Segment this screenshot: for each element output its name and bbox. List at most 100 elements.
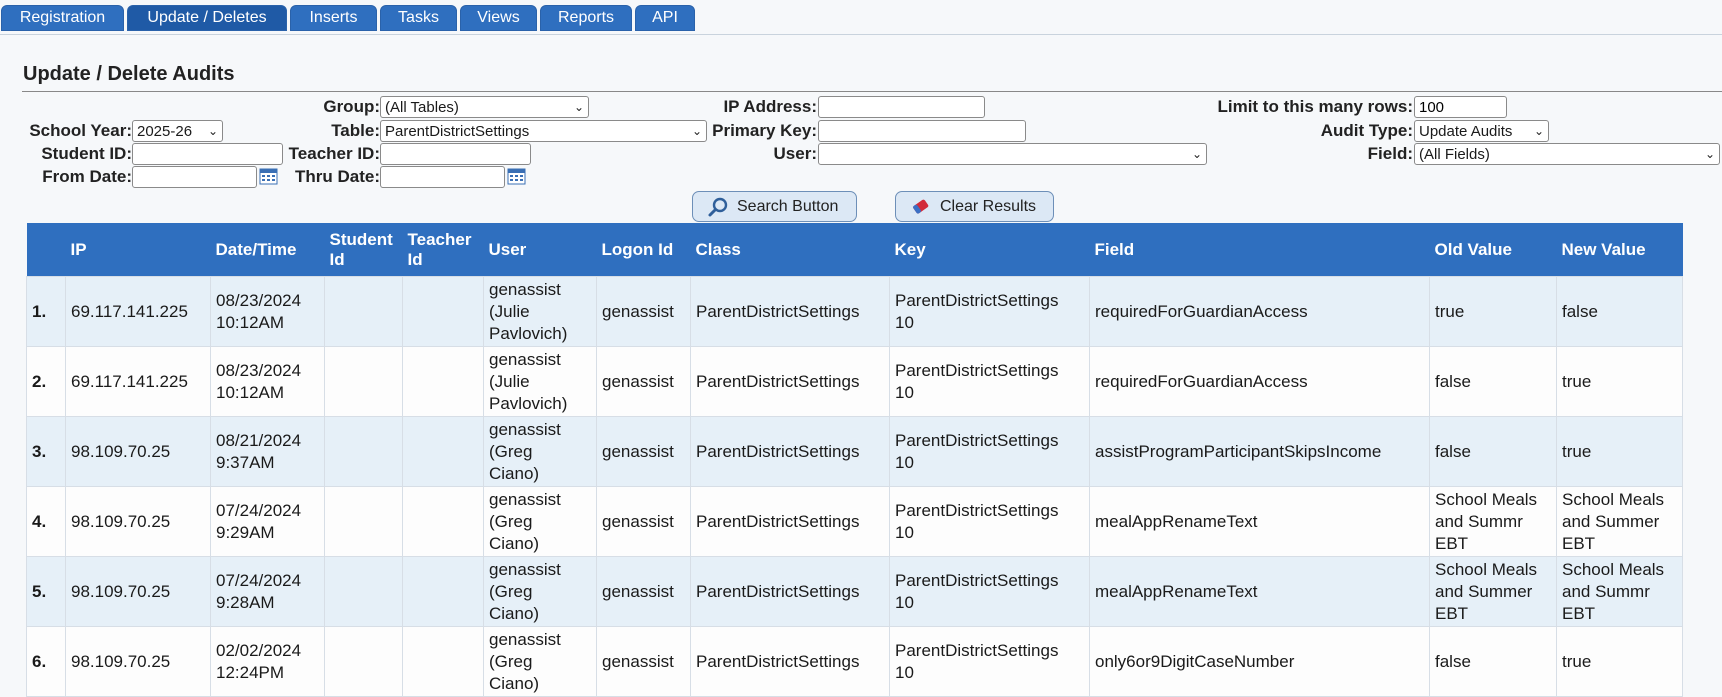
column-header-user[interactable]: User bbox=[483, 223, 597, 277]
teacher-id-cell bbox=[402, 346, 484, 417]
time-text: 10:12AM bbox=[216, 382, 285, 402]
column-header-datetime[interactable]: Date/Time bbox=[210, 223, 325, 277]
clear-results-button-label: Clear Results bbox=[940, 197, 1037, 215]
tab-api[interactable]: API bbox=[635, 5, 695, 31]
group-select[interactable]: (All Tables) ⌄ bbox=[380, 96, 589, 118]
user-select[interactable]: ⌄ bbox=[818, 143, 1207, 165]
key-cell: ParentDistrictSettings 10 bbox=[889, 276, 1090, 347]
user-cell: genassist (Greg Ciano) bbox=[483, 486, 597, 557]
student-id-cell bbox=[324, 416, 403, 487]
school-year-value: 2025-26 bbox=[137, 122, 193, 140]
column-header-teacher-id[interactable]: Teacher Id bbox=[402, 223, 484, 277]
ip-cell: 69.117.141.225 bbox=[65, 276, 211, 347]
key-line: 10 bbox=[895, 452, 914, 472]
column-header-field[interactable]: Field bbox=[1089, 223, 1430, 277]
key-line: 10 bbox=[895, 382, 914, 402]
school-year-select[interactable]: 2025-26 ⌄ bbox=[132, 120, 223, 142]
school-year-label: School Year: bbox=[29, 121, 132, 140]
chevron-down-icon: ⌄ bbox=[1191, 147, 1202, 161]
from-date-input[interactable] bbox=[132, 166, 257, 188]
from-date-label: From Date: bbox=[42, 167, 132, 186]
search-button[interactable]: Search Button bbox=[692, 191, 857, 222]
row-number: 5. bbox=[26, 556, 66, 627]
teacher-id-input[interactable] bbox=[380, 143, 531, 165]
ip-cell: 98.109.70.25 bbox=[65, 626, 211, 697]
tab-views[interactable]: Views bbox=[460, 5, 537, 31]
row-number: 1. bbox=[26, 276, 66, 347]
ip-cell: 69.117.141.225 bbox=[65, 346, 211, 417]
key-line: ParentDistrictSettings bbox=[895, 640, 1059, 660]
column-header-logon-id[interactable]: Logon Id bbox=[596, 223, 691, 277]
chevron-down-icon: ⌄ bbox=[573, 100, 584, 114]
field-cell: requiredForGuardianAccess bbox=[1089, 276, 1430, 347]
user-line: Ciano) bbox=[489, 603, 540, 623]
user-line: (Greg bbox=[489, 441, 533, 461]
class-cell: ParentDistrictSettings bbox=[690, 276, 890, 347]
tab-registration[interactable]: Registration bbox=[1, 5, 124, 31]
logon-id-cell: genassist bbox=[596, 416, 691, 487]
teacher-id-cell bbox=[402, 556, 484, 627]
row-number: 2. bbox=[26, 346, 66, 417]
datetime-cell: 08/23/2024 10:12AM bbox=[210, 276, 325, 347]
logon-id-cell: genassist bbox=[596, 276, 691, 347]
user-cell: genassist (Julie Pavlovich) bbox=[483, 346, 597, 417]
new-value-cell: School Meals and Summer EBT bbox=[1556, 486, 1683, 557]
tab-update-deletes[interactable]: Update / Deletes bbox=[127, 5, 287, 31]
row-number: 4. bbox=[26, 486, 66, 557]
field-select-value: (All Fields) bbox=[1419, 145, 1490, 163]
logon-id-cell: genassist bbox=[596, 556, 691, 627]
table-row[interactable]: 4. 98.109.70.25 07/24/2024 9:29AM genassi… bbox=[26, 486, 1683, 557]
field-select[interactable]: (All Fields) ⌄ bbox=[1414, 143, 1720, 165]
time-text: 9:37AM bbox=[216, 452, 275, 472]
thru-date-input[interactable] bbox=[380, 166, 505, 188]
column-header-key[interactable]: Key bbox=[889, 223, 1090, 277]
column-header-ip[interactable]: IP bbox=[65, 223, 211, 277]
table-row[interactable]: 5. 98.109.70.25 07/24/2024 9:28AM genassi… bbox=[26, 556, 1683, 627]
logon-id-cell: genassist bbox=[596, 346, 691, 417]
tab-tasks[interactable]: Tasks bbox=[380, 5, 457, 31]
page-title: Update / Delete Audits bbox=[23, 63, 235, 85]
class-cell: ParentDistrictSettings bbox=[690, 346, 890, 417]
key-line: ParentDistrictSettings bbox=[895, 430, 1059, 450]
primary-key-input[interactable] bbox=[818, 120, 1026, 142]
time-text: 10:12AM bbox=[216, 312, 285, 332]
column-header-class[interactable]: Class bbox=[690, 223, 890, 277]
teacher-id-cell bbox=[402, 626, 484, 697]
student-id-cell bbox=[324, 556, 403, 627]
ip-address-input[interactable] bbox=[818, 96, 985, 118]
audit-type-select[interactable]: Update Audits ⌄ bbox=[1414, 120, 1549, 142]
table-row[interactable]: 1. 69.117.141.225 08/23/2024 10:12AM gena… bbox=[26, 276, 1683, 347]
table-row[interactable]: 2. 69.117.141.225 08/23/2024 10:12AM gena… bbox=[26, 346, 1683, 417]
ip-address-label: IP Address: bbox=[723, 97, 817, 116]
limit-rows-label: Limit to this many rows: bbox=[1217, 97, 1413, 116]
date-text: 02/02/2024 bbox=[216, 640, 302, 660]
clear-results-button[interactable]: Clear Results bbox=[895, 191, 1054, 222]
title-divider bbox=[22, 91, 1722, 92]
table-row[interactable]: 3. 98.109.70.25 08/21/2024 9:37AM genassi… bbox=[26, 416, 1683, 487]
student-id-input[interactable] bbox=[132, 143, 283, 165]
column-header-student-id[interactable]: Student Id bbox=[324, 223, 403, 277]
key-line: ParentDistrictSettings bbox=[895, 570, 1059, 590]
tab-inserts[interactable]: Inserts bbox=[290, 5, 377, 31]
tab-reports[interactable]: Reports bbox=[540, 5, 632, 31]
student-id-cell bbox=[324, 276, 403, 347]
limit-rows-input[interactable] bbox=[1414, 96, 1507, 118]
row-number: 6. bbox=[26, 626, 66, 697]
ip-cell: 98.109.70.25 bbox=[65, 556, 211, 627]
user-cell: genassist (Greg Ciano) bbox=[483, 626, 597, 697]
table-row[interactable]: 6. 98.109.70.25 02/02/2024 12:24PM genass… bbox=[26, 626, 1683, 697]
calendar-icon[interactable] bbox=[507, 166, 526, 185]
primary-key-label: Primary Key: bbox=[712, 121, 817, 140]
user-cell: genassist (Julie Pavlovich) bbox=[483, 276, 597, 347]
user-cell: genassist (Greg Ciano) bbox=[483, 556, 597, 627]
column-header-new-value[interactable]: New Value bbox=[1556, 223, 1683, 277]
user-line: Pavlovich) bbox=[489, 323, 568, 343]
user-line: (Greg bbox=[489, 581, 533, 601]
audit-results-table: IP Date/Time Student Id Teacher Id User … bbox=[26, 223, 1683, 697]
logon-id-cell: genassist bbox=[596, 486, 691, 557]
user-line: genassist bbox=[489, 559, 561, 579]
table-select[interactable]: ParentDistrictSettings ⌄ bbox=[380, 120, 707, 142]
date-text: 07/24/2024 bbox=[216, 570, 302, 590]
column-header-old-value[interactable]: Old Value bbox=[1429, 223, 1557, 277]
table-select-value: ParentDistrictSettings bbox=[385, 122, 530, 140]
